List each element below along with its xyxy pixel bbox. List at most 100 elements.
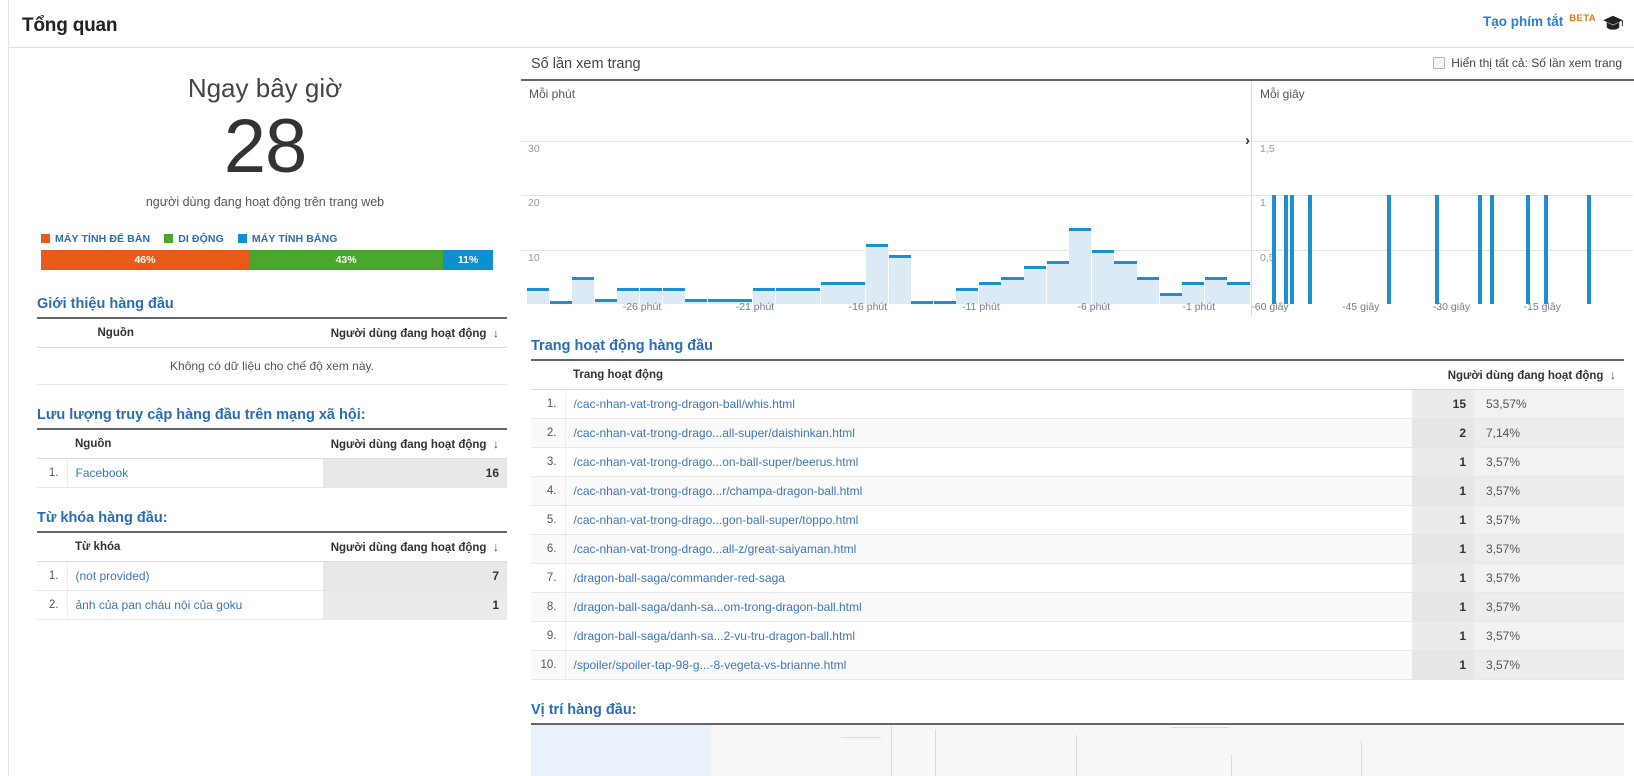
chevron-right-icon[interactable]: › <box>1245 133 1250 148</box>
device-color-swatch <box>237 234 247 244</box>
page-path-link[interactable]: /cac-nhan-vat-trong-drago...r/champa-dra… <box>574 484 863 498</box>
y-axis-tick-label: 1 <box>1260 197 1266 210</box>
chart-bar[interactable] <box>1069 228 1092 304</box>
chart-bar[interactable] <box>685 298 708 304</box>
chart-bar[interactable] <box>572 276 595 304</box>
chart-spike-bar[interactable] <box>1586 195 1591 304</box>
top-referrals-section: Giới thiệu hàng đầu Nguồn Người dùng đan… <box>37 296 507 385</box>
social-source[interactable]: Facebook <box>67 458 323 488</box>
chart-bar[interactable] <box>1137 276 1160 304</box>
beta-badge: BETA <box>1569 12 1596 24</box>
page-active-users: 15 <box>1412 389 1474 419</box>
chart-bar[interactable] <box>549 301 572 304</box>
device-color-swatch <box>164 234 174 244</box>
chart-gridline <box>521 195 1251 197</box>
page-path[interactable]: /dragon-ball-saga/danh-sa...2-vu-tru-dra… <box>565 621 1412 651</box>
device-bar-segment[interactable]: 46% <box>41 249 249 270</box>
column-header-active-users-label: Người dùng đang hoạt động <box>330 438 487 451</box>
map-border-line <box>1171 727 1229 728</box>
social-active-users: 16 <box>322 458 507 488</box>
column-header-active-page[interactable]: Trang hoạt động <box>565 360 1412 390</box>
locations-map[interactable] <box>531 723 1624 776</box>
chart-spike-bar[interactable] <box>1272 195 1277 304</box>
chart-bar[interactable] <box>888 255 911 304</box>
chart-bar[interactable] <box>1046 260 1069 304</box>
page-path[interactable]: /dragon-ball-saga/danh-sa...om-trong-dra… <box>565 592 1412 622</box>
chart-bar[interactable] <box>1227 282 1250 304</box>
x-axis-tick-label: -16 phút <box>848 301 888 313</box>
chart-bar[interactable] <box>1024 266 1047 304</box>
chart-spike-bar[interactable] <box>1489 195 1494 304</box>
device-bar-segment[interactable]: 43% <box>248 249 444 270</box>
row-index: 2. <box>531 418 566 448</box>
page-path[interactable]: /dragon-ball-saga/commander-red-saga <box>565 563 1412 593</box>
table-row: 2. /cac-nhan-vat-trong-drago...all-super/… <box>531 418 1624 448</box>
page-path-link[interactable]: /dragon-ball-saga/danh-sa...om-trong-dra… <box>574 600 862 614</box>
column-header-active-users[interactable]: Người dùng đang hoạt động ↓ <box>322 428 507 459</box>
column-header-source[interactable]: Nguồn <box>67 317 165 348</box>
map-landmass <box>711 725 1624 776</box>
column-header-source[interactable]: Nguồn <box>67 428 323 459</box>
table-header-row: Nguồn Người dùng đang hoạt động ↓ <box>37 317 507 348</box>
chart-spike-bar[interactable] <box>1387 195 1391 304</box>
page-path-link[interactable]: /cac-nhan-vat-trong-dragon-ball/whis.htm… <box>574 397 795 411</box>
show-all-pageviews-toggle[interactable]: Hiển thị tất cả: Số lần xem trang <box>1433 56 1622 70</box>
social-source-link[interactable]: Facebook <box>76 466 129 480</box>
keyword-value[interactable]: ảnh của pan cháu nội của goku <box>67 590 323 620</box>
right-column: Trang hoạt động hàng đầu Trang hoạt động… <box>521 338 1634 776</box>
device-bar-segment[interactable]: 11% <box>443 249 493 270</box>
table-row: 4. /cac-nhan-vat-trong-drago...r/champa-d… <box>531 476 1624 506</box>
chart-spike-bar[interactable] <box>1435 195 1440 304</box>
page-path-link[interactable]: /cac-nhan-vat-trong-drago...all-super/da… <box>574 426 855 440</box>
graduation-cap-icon[interactable] <box>1602 14 1624 32</box>
column-header-keyword[interactable]: Từ khóa <box>67 531 323 562</box>
chart-spike-bar[interactable] <box>1477 195 1482 304</box>
chart-spike-bar[interactable] <box>1544 195 1549 304</box>
page-path[interactable]: /cac-nhan-vat-trong-dragon-ball/whis.htm… <box>565 389 1412 419</box>
create-shortcut-button[interactable]: Tạo phím tắt <box>1483 14 1563 29</box>
page-path-link[interactable]: /dragon-ball-saga/commander-red-saga <box>574 571 785 585</box>
chart-spike-bar[interactable] <box>1284 195 1289 304</box>
keyword-value[interactable]: (not provided) <box>67 561 323 591</box>
chart-spike-bar[interactable] <box>1308 195 1313 304</box>
right-now-label: Ngay bây giờ <box>187 73 343 103</box>
page-path-link[interactable]: /cac-nhan-vat-trong-drago...gon-ball-sup… <box>574 513 859 527</box>
chart-bar[interactable] <box>1204 276 1227 304</box>
page-path[interactable]: /spoiler/spoiler-tap-98-g...-8-vegeta-vs… <box>565 650 1412 680</box>
y-axis-tick-label: 30 <box>528 143 540 156</box>
x-axis-tick-label: -26 phút <box>622 301 662 313</box>
chart-bar[interactable] <box>911 301 934 304</box>
page-path[interactable]: /cac-nhan-vat-trong-drago...all-z/great-… <box>565 534 1412 564</box>
top-locations-title: Vị trí hàng đầu: <box>531 702 637 718</box>
chart-bar[interactable] <box>527 287 550 304</box>
pageviews-per-second-chart[interactable]: Mỗi giây 0,5 1 1,5 -60 giây -45 giây -30 giây… <box>1252 81 1633 316</box>
page-path-link[interactable]: /spoiler/spoiler-tap-98-g...-8-vegeta-vs… <box>574 658 847 672</box>
page-active-users: 1 <box>1412 534 1474 564</box>
page-path-link[interactable]: /dragon-ball-saga/danh-sa...2-vu-tru-dra… <box>574 629 855 643</box>
page-percent: 3,57% <box>1474 621 1624 651</box>
column-header-active-users[interactable]: Người dùng đang hoạt động ↓ <box>322 531 507 562</box>
chart-bar[interactable] <box>865 244 888 304</box>
chart-spike-bar[interactable] <box>1526 195 1531 304</box>
keyword-active-users: 7 <box>322 561 507 591</box>
page-path-link[interactable]: /cac-nhan-vat-trong-drago...on-ball-supe… <box>574 455 859 469</box>
page-path[interactable]: /cac-nhan-vat-trong-drago...on-ball-supe… <box>565 447 1412 477</box>
top-header-bar: Tổng quan Tạo phím tắt BETA <box>9 0 1634 48</box>
pageviews-per-minute-chart[interactable]: Mỗi phút 10 20 30 -26 phút -21 phút -16 phút -… <box>521 81 1252 316</box>
column-header-active-users[interactable]: Người dùng đang hoạt động ↓ <box>164 317 507 348</box>
checkbox-icon[interactable] <box>1433 57 1446 69</box>
page-path[interactable]: /cac-nhan-vat-trong-drago...r/champa-dra… <box>565 476 1412 506</box>
chart-bar[interactable] <box>798 287 821 304</box>
keyword-value-link[interactable]: ảnh của pan cháu nội của goku <box>76 598 243 612</box>
top-locations-section: Vị trí hàng đầu: <box>521 702 1634 776</box>
chart-bar[interactable] <box>1091 249 1114 304</box>
page-path[interactable]: /cac-nhan-vat-trong-drago...all-super/da… <box>565 418 1412 448</box>
page-path[interactable]: /cac-nhan-vat-trong-drago...gon-ball-sup… <box>565 505 1412 535</box>
page-path-link[interactable]: /cac-nhan-vat-trong-drago...all-z/great-… <box>574 542 857 556</box>
device-legend-label: MÁY TÍNH BẢNG <box>251 232 338 245</box>
chart-spike-bar[interactable] <box>1290 195 1295 304</box>
chart-bar[interactable] <box>1001 276 1024 304</box>
column-header-active-users[interactable]: Người dùng đang hoạt động ↓ <box>1412 360 1624 390</box>
keyword-value-link[interactable]: (not provided) <box>76 569 150 583</box>
chart-bar[interactable] <box>1114 260 1137 304</box>
